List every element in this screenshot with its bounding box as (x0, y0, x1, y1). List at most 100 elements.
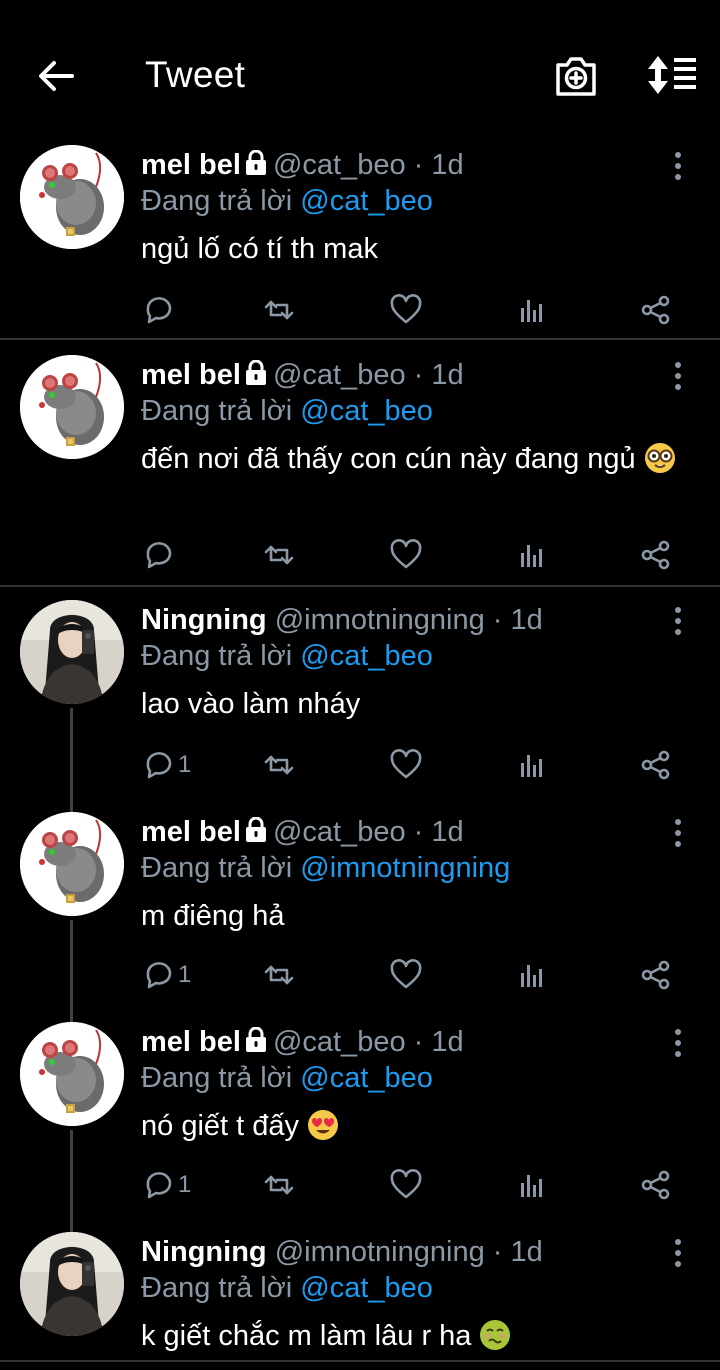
nerd-face-icon (644, 443, 675, 473)
author-handle[interactable]: @imnotningning (275, 604, 485, 636)
analytics-button[interactable] (516, 1165, 548, 1205)
avatar[interactable] (20, 812, 124, 916)
reply-button[interactable] (142, 290, 174, 330)
retweet-button[interactable] (262, 745, 294, 785)
mention-link[interactable]: @cat_beo (300, 640, 433, 672)
tweet-menu-button[interactable] (668, 818, 688, 848)
sort-button[interactable] (646, 55, 698, 95)
replying-to: Đang trả lời @cat_beo (141, 640, 433, 673)
replying-to-label: Đang trả lời (141, 852, 293, 884)
tweet-menu-button[interactable] (668, 606, 688, 636)
tweet-menu-button[interactable] (668, 1238, 688, 1268)
author-handle[interactable]: @cat_beo (273, 1026, 406, 1058)
author-handle[interactable]: @cat_beo (273, 149, 406, 181)
like-icon (390, 539, 422, 569)
nauseated-face-emoji (479, 1319, 511, 1361)
mention-link[interactable]: @cat_beo (300, 185, 433, 217)
tweet-text-content: k giết chắc m làm lâu r ha (141, 1320, 472, 1352)
avatar[interactable] (20, 1022, 124, 1126)
author-name[interactable]: mel bel (141, 1026, 241, 1058)
like-button[interactable] (390, 745, 422, 785)
top-bar: Tweet (0, 0, 720, 150)
retweet-icon (264, 1175, 294, 1195)
sort-icon (648, 56, 696, 94)
tweet-menu-button[interactable] (668, 1028, 688, 1058)
replying-to: Đang trả lời @imnotningning (141, 852, 510, 885)
analytics-button[interactable] (516, 290, 548, 330)
avatar[interactable] (20, 145, 124, 249)
share-button[interactable] (640, 535, 672, 575)
like-button[interactable] (390, 1165, 422, 1205)
arrow-left-icon (39, 61, 74, 91)
analytics-icon (521, 755, 542, 777)
tweet-author-row: mel bel @cat_beo · 1d (141, 359, 464, 394)
heart-eyes-icon (308, 1110, 339, 1140)
analytics-button[interactable] (516, 535, 548, 575)
like-button[interactable] (390, 955, 422, 995)
reply-button[interactable] (142, 535, 174, 575)
like-button[interactable] (390, 535, 422, 575)
camera-plus-icon (556, 57, 596, 96)
tweet-actions: 1 (0, 1165, 720, 1205)
replying-to: Đang trả lời @cat_beo (141, 185, 433, 218)
reply-count: 1 (178, 961, 192, 988)
retweet-button[interactable] (262, 1165, 294, 1205)
tweet-author-row: mel bel @cat_beo · 1d (141, 1026, 464, 1061)
avatar[interactable] (20, 355, 124, 459)
tweet-menu-button[interactable] (668, 361, 688, 391)
mention-link[interactable]: @cat_beo (300, 1272, 433, 1304)
avatar-image (20, 600, 124, 704)
retweet-button[interactable] (262, 955, 294, 995)
author-handle[interactable]: @cat_beo (273, 816, 406, 848)
avatar-image (20, 1022, 124, 1126)
reply-icon (146, 752, 172, 779)
tweet-text: đến nơi đã thấy con cún này đang ngủ (141, 440, 681, 484)
tweet-actions: 1 (0, 745, 720, 785)
like-button[interactable] (390, 290, 422, 330)
more-vertical-icon (675, 1239, 681, 1267)
tweet-divider (0, 338, 720, 340)
camera-button[interactable] (554, 55, 598, 97)
avatar[interactable] (20, 600, 124, 704)
share-icon (641, 750, 670, 780)
share-button[interactable] (640, 745, 672, 785)
author-handle[interactable]: @cat_beo (273, 359, 406, 391)
mention-link[interactable]: @cat_beo (300, 1062, 433, 1094)
reply-button[interactable]: 1 (142, 745, 191, 785)
more-vertical-icon (675, 1029, 681, 1057)
tweet-text: ngủ lố có tí th mak (141, 230, 681, 268)
share-icon (641, 540, 670, 570)
avatar[interactable] (20, 1232, 124, 1336)
author-name[interactable]: mel bel (141, 816, 241, 848)
avatar-image (20, 145, 124, 249)
retweet-button[interactable] (262, 290, 294, 330)
replying-to-label: Đang trả lời (141, 1272, 293, 1304)
tweet-timestamp: · 1d (492, 604, 543, 636)
mention-link[interactable]: @cat_beo (300, 395, 433, 427)
author-name[interactable]: Ningning (141, 604, 267, 636)
reply-button[interactable]: 1 (142, 1165, 191, 1205)
author-handle[interactable]: @imnotningning (275, 1236, 485, 1268)
reply-icon (146, 542, 172, 569)
tweet-text: lao vào làm nháy (141, 685, 681, 723)
share-button[interactable] (640, 1165, 672, 1205)
mention-link[interactable]: @imnotningning (300, 852, 510, 884)
page-title: Tweet (145, 54, 246, 95)
retweet-icon (264, 300, 294, 320)
analytics-button[interactable] (516, 955, 548, 995)
tweet-menu-button[interactable] (668, 151, 688, 181)
tweet-timestamp: · 1d (413, 816, 464, 848)
retweet-icon (264, 545, 294, 565)
more-vertical-icon (675, 819, 681, 847)
reply-button[interactable]: 1 (142, 955, 191, 995)
tweet-timestamp: · 1d (413, 359, 464, 391)
tweet-timestamp: · 1d (413, 1026, 464, 1058)
author-name[interactable]: mel bel (141, 359, 241, 391)
author-name[interactable]: Ningning (141, 1236, 267, 1268)
share-button[interactable] (640, 290, 672, 330)
share-button[interactable] (640, 955, 672, 995)
author-name[interactable]: mel bel (141, 149, 241, 181)
retweet-button[interactable] (262, 535, 294, 575)
back-button[interactable] (36, 56, 76, 96)
analytics-button[interactable] (516, 745, 548, 785)
